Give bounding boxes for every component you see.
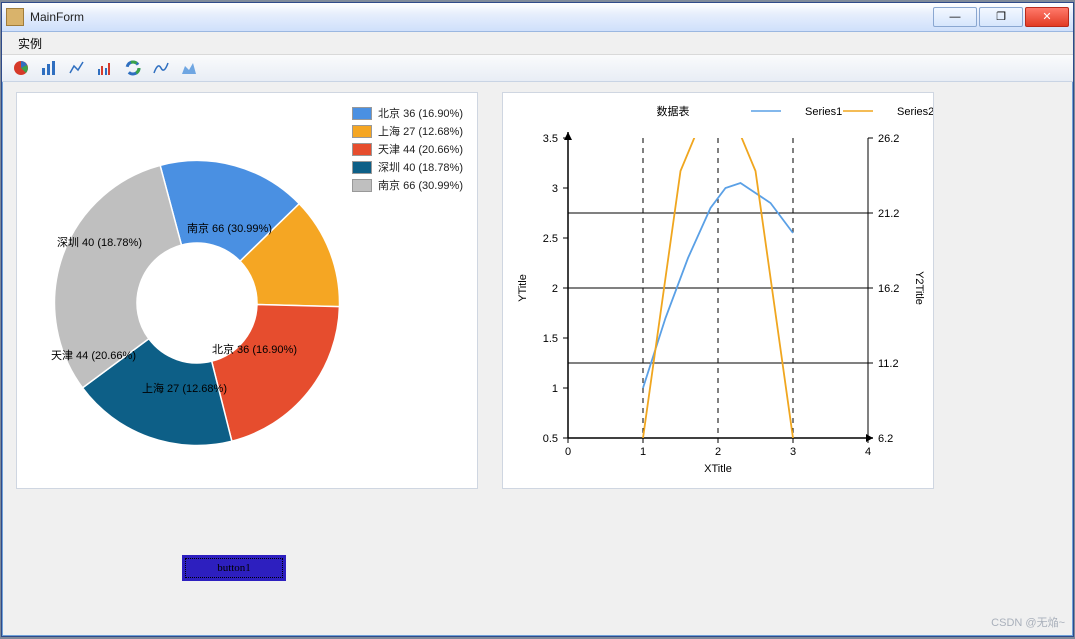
- svg-text:3.5: 3.5: [543, 133, 558, 145]
- legend-label: 南京 66 (30.99%): [378, 177, 463, 193]
- slice-label: 南京 66 (30.99%): [187, 220, 272, 236]
- line-chart-panel: 数据表 Series1 Series2 0 1 2 3 4 XTitle 0.5 1 1.5 2 2.5 3…: [502, 92, 934, 489]
- svg-text:11.2: 11.2: [878, 358, 899, 370]
- app-icon: [6, 8, 24, 26]
- window-title: MainForm: [30, 10, 933, 24]
- area-icon[interactable]: [180, 59, 198, 77]
- bar-icon[interactable]: [40, 59, 58, 77]
- svg-text:3: 3: [790, 446, 796, 458]
- minimize-button[interactable]: —: [933, 7, 977, 27]
- curve-icon[interactable]: [152, 59, 170, 77]
- legend-label: 上海 27 (12.68%): [378, 123, 463, 139]
- svg-text:Series2: Series2: [897, 106, 933, 118]
- slice-label: 北京 36 (16.90%): [212, 341, 297, 357]
- svg-text:0: 0: [565, 446, 571, 458]
- toolbar: [2, 55, 1073, 82]
- donut-legend: 北京 36 (16.90%) 上海 27 (12.68%) 天津 44 (20.…: [352, 105, 463, 195]
- svg-text:YTitle: YTitle: [517, 274, 529, 302]
- svg-text:1.5: 1.5: [543, 333, 558, 345]
- svg-text:2: 2: [715, 446, 721, 458]
- legend-label: 深圳 40 (18.78%): [378, 159, 463, 175]
- window-controls: — ❐ ✕: [933, 7, 1069, 27]
- svg-text:0.5: 0.5: [543, 433, 558, 445]
- watermark: CSDN @无焔~: [991, 614, 1065, 630]
- legend-item: 深圳 40 (18.78%): [352, 159, 463, 175]
- slice-label: 深圳 40 (18.78%): [57, 234, 142, 250]
- svg-text:2: 2: [552, 283, 558, 295]
- svg-text:数据表: 数据表: [657, 104, 690, 118]
- svg-text:4: 4: [865, 446, 871, 458]
- svg-text:1: 1: [640, 446, 646, 458]
- svg-text:26.2: 26.2: [878, 133, 899, 145]
- close-button[interactable]: ✕: [1025, 7, 1069, 27]
- legend-label: 天津 44 (20.66%): [378, 141, 463, 157]
- donut-chart: [47, 153, 347, 456]
- svg-text:21.2: 21.2: [878, 208, 899, 220]
- button1[interactable]: button1: [182, 555, 286, 581]
- slice-label: 天津 44 (20.66%): [51, 347, 136, 363]
- maximize-button[interactable]: ❐: [979, 7, 1023, 27]
- svg-text:1: 1: [552, 383, 558, 395]
- client-area: 北京 36 (16.90%) 上海 27 (12.68%) 天津 44 (20.…: [2, 82, 1073, 499]
- svg-text:Y2Title: Y2Title: [913, 271, 925, 305]
- svg-text:XTitle: XTitle: [704, 463, 732, 475]
- menu-bar: 实例: [2, 32, 1073, 55]
- legend-item: 北京 36 (16.90%): [352, 105, 463, 121]
- svg-text:Series1: Series1: [805, 106, 842, 118]
- svg-text:16.2: 16.2: [878, 283, 899, 295]
- ring-icon[interactable]: [124, 59, 142, 77]
- legend-label: 北京 36 (16.90%): [378, 105, 463, 121]
- svg-text:2.5: 2.5: [543, 233, 558, 245]
- legend-item: 上海 27 (12.68%): [352, 123, 463, 139]
- donut-chart-panel: 北京 36 (16.90%) 上海 27 (12.68%) 天津 44 (20.…: [16, 92, 478, 489]
- multibar-icon[interactable]: [96, 59, 114, 77]
- title-bar: MainForm — ❐ ✕: [2, 3, 1073, 32]
- pie-icon[interactable]: [12, 59, 30, 77]
- line-icon[interactable]: [68, 59, 86, 77]
- legend-item: 天津 44 (20.66%): [352, 141, 463, 157]
- slice-label: 上海 27 (12.68%): [142, 380, 227, 396]
- svg-text:3: 3: [552, 183, 558, 195]
- app-window: MainForm — ❐ ✕ 实例 北京 36 (16.90%) 上海 27 (…: [1, 2, 1074, 637]
- svg-text:6.2: 6.2: [878, 433, 893, 445]
- legend-item: 南京 66 (30.99%): [352, 177, 463, 193]
- menu-examples[interactable]: 实例: [10, 33, 50, 54]
